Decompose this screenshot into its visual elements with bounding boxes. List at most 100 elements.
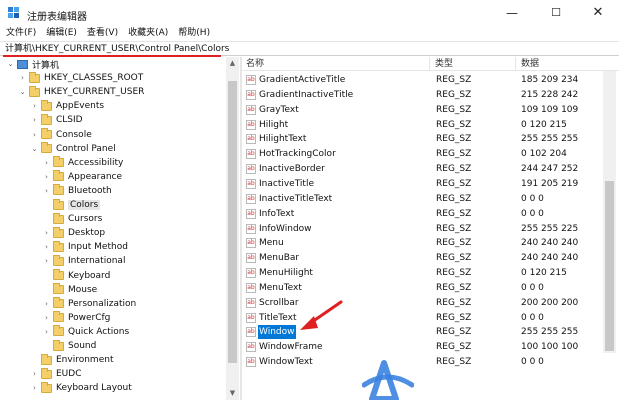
value-type: REG_SZ bbox=[436, 223, 472, 234]
tree-scroll-thumb[interactable] bbox=[228, 81, 237, 363]
registry-value-row[interactable]: ab GradientInactiveTitle REG_SZ 215 228 242 bbox=[242, 88, 602, 102]
folder-icon bbox=[53, 269, 64, 280]
tree-item[interactable]: Colors bbox=[42, 198, 101, 212]
folder-icon bbox=[41, 381, 52, 393]
value-type: REG_SZ bbox=[436, 104, 472, 115]
registry-value-row[interactable]: ab Hilight REG_SZ 0 120 215 bbox=[242, 118, 602, 132]
chevron-right-icon[interactable]: › bbox=[30, 384, 39, 392]
tree-item[interactable]: Sound bbox=[42, 339, 96, 353]
registry-value-row[interactable]: ab MenuBar REG_SZ 240 240 240 bbox=[242, 251, 602, 265]
scroll-down-icon[interactable]: ▼ bbox=[226, 387, 239, 400]
tree-item[interactable]: › CLSID bbox=[30, 113, 83, 127]
tree-item[interactable]: › Desktop bbox=[42, 226, 105, 240]
chevron-down-icon[interactable]: ⌄ bbox=[18, 88, 27, 96]
registry-value-row[interactable]: ab InfoWindow REG_SZ 255 255 225 bbox=[242, 222, 602, 236]
tree-item[interactable]: › International bbox=[42, 254, 125, 268]
address-path[interactable]: 计算机\HKEY_CURRENT_USER\Control Panel\Colo… bbox=[5, 43, 229, 55]
registry-value-row[interactable]: ab HotTrackingColor REG_SZ 0 102 204 bbox=[242, 147, 602, 161]
chevron-down-icon[interactable]: ⌄ bbox=[6, 60, 15, 68]
menu-help[interactable]: 帮助(H) bbox=[172, 26, 214, 40]
scroll-up-icon[interactable]: ▲ bbox=[226, 57, 239, 70]
registry-value-row[interactable]: ab Menu REG_SZ 240 240 240 bbox=[242, 236, 602, 250]
tree-item[interactable]: Environment bbox=[30, 353, 113, 367]
maximize-button[interactable]: ☐ bbox=[535, 0, 577, 26]
chevron-right-icon[interactable]: › bbox=[42, 173, 51, 181]
tree-item[interactable]: › Console bbox=[30, 128, 92, 142]
value-name: Menu bbox=[259, 238, 284, 249]
column-header-type[interactable]: 类型 bbox=[431, 57, 516, 71]
registry-value-row[interactable]: ab InactiveTitleText REG_SZ 0 0 0 bbox=[242, 192, 602, 206]
registry-value-row[interactable]: ab MenuText REG_SZ 0 0 0 bbox=[242, 281, 602, 295]
folder-icon bbox=[41, 128, 52, 139]
tree-item[interactable]: › EUDC bbox=[30, 367, 82, 381]
registry-value-row[interactable]: ab GrayText REG_SZ 109 109 109 bbox=[242, 103, 602, 117]
registry-value-row[interactable]: ab MenuHilight REG_SZ 0 120 215 bbox=[242, 266, 602, 280]
tree-item[interactable]: Mouse bbox=[42, 283, 97, 297]
chevron-right-icon[interactable]: › bbox=[30, 102, 39, 110]
tree-item[interactable]: Keyboard bbox=[42, 269, 110, 283]
column-header-name[interactable]: 名称 bbox=[242, 57, 430, 71]
value-name: InactiveBorder bbox=[259, 164, 325, 175]
tree-item[interactable]: › Keyboard Layout bbox=[30, 381, 132, 395]
tree-item-label: Quick Actions bbox=[68, 326, 130, 337]
tree-item[interactable]: › Appearance bbox=[42, 170, 122, 184]
chevron-right-icon[interactable]: › bbox=[18, 74, 27, 82]
tree-item-label: Mouse bbox=[68, 284, 98, 295]
registry-value-row[interactable]: ab InactiveBorder REG_SZ 244 247 252 bbox=[242, 162, 602, 176]
list-scrollbar[interactable] bbox=[603, 71, 616, 353]
minimize-button[interactable]: — bbox=[491, 0, 533, 26]
chevron-right-icon[interactable]: › bbox=[42, 300, 51, 308]
registry-value-row[interactable]: ab GradientActiveTitle REG_SZ 185 209 234 bbox=[242, 73, 602, 87]
tree-item[interactable]: ⌄ Control Panel bbox=[30, 142, 116, 156]
menu-view[interactable]: 查看(V) bbox=[81, 26, 122, 40]
registry-value-row[interactable]: ab HilightText REG_SZ 255 255 255 bbox=[242, 132, 602, 146]
chevron-down-icon[interactable]: ⌄ bbox=[30, 145, 39, 153]
chevron-right-icon[interactable]: › bbox=[42, 229, 51, 237]
tree-item[interactable]: ⌄ 计算机 bbox=[6, 57, 59, 71]
tree-item-label: CLSID bbox=[56, 115, 83, 126]
registry-value-row[interactable]: ab WindowFrame REG_SZ 100 100 100 bbox=[242, 340, 602, 354]
chevron-right-icon[interactable]: › bbox=[30, 370, 39, 378]
tree-scrollbar[interactable]: ▲ ▼ bbox=[226, 57, 239, 400]
tree-item[interactable]: › Personalization bbox=[42, 297, 136, 311]
folder-icon bbox=[29, 71, 40, 83]
value-type: REG_SZ bbox=[436, 282, 472, 293]
value-type: REG_SZ bbox=[436, 357, 472, 368]
tree-item[interactable]: › Input Method bbox=[42, 240, 128, 254]
value-data: 100 100 100 bbox=[521, 342, 579, 353]
chevron-right-icon[interactable]: › bbox=[30, 116, 39, 124]
values-list-pane: 名称 类型 数据 ab GradientActiveTitle REG_SZ 185 … bbox=[242, 57, 619, 400]
value-name: GradientActiveTitle bbox=[259, 75, 346, 85]
string-value-icon: ab bbox=[246, 357, 256, 368]
registry-value-row[interactable]: ab WindowText REG_SZ 0 0 0 bbox=[242, 355, 602, 369]
close-button[interactable]: ✕ bbox=[577, 0, 619, 26]
menu-favorites[interactable]: 收藏夹(A) bbox=[122, 26, 172, 40]
registry-value-row[interactable]: ab InfoText REG_SZ 0 0 0 bbox=[242, 207, 602, 221]
chevron-right-icon[interactable]: › bbox=[30, 131, 39, 139]
chevron-right-icon[interactable]: › bbox=[42, 328, 51, 336]
value-data: 255 255 255 bbox=[521, 134, 579, 145]
list-header: 名称 类型 数据 bbox=[242, 57, 619, 71]
address-bar[interactable]: 计算机\HKEY_CURRENT_USER\Control Panel\Colo… bbox=[0, 41, 619, 56]
chevron-right-icon[interactable]: › bbox=[42, 187, 51, 195]
menu-edit[interactable]: 编辑(E) bbox=[40, 26, 81, 40]
chevron-right-icon[interactable]: › bbox=[42, 243, 51, 251]
registry-value-row[interactable]: ab InactiveTitle REG_SZ 191 205 219 bbox=[242, 177, 602, 191]
chevron-right-icon[interactable]: › bbox=[42, 314, 51, 322]
menu-file[interactable]: 文件(F) bbox=[0, 26, 40, 40]
tree-item[interactable]: ⌄ HKEY_CURRENT_USER bbox=[18, 85, 144, 99]
tree-item-label: Colors bbox=[68, 200, 101, 210]
tree-item[interactable]: › Bluetooth bbox=[42, 184, 112, 198]
tree-item[interactable]: Cursors bbox=[42, 212, 102, 226]
tree-item[interactable]: › HKEY_CLASSES_ROOT bbox=[18, 71, 143, 85]
chevron-right-icon[interactable]: › bbox=[42, 257, 51, 265]
list-scroll-thumb[interactable] bbox=[605, 181, 614, 351]
tree-item[interactable]: › PowerCfg bbox=[42, 311, 110, 325]
tree-item[interactable]: › Quick Actions bbox=[42, 325, 129, 339]
column-header-data[interactable]: 数据 bbox=[517, 57, 619, 71]
tree-item[interactable]: › AppEvents bbox=[30, 99, 104, 113]
tree-item[interactable]: › Accessibility bbox=[42, 156, 123, 170]
string-value-icon: ab bbox=[246, 164, 256, 175]
value-type: REG_SZ bbox=[436, 178, 472, 189]
chevron-right-icon[interactable]: › bbox=[42, 159, 51, 167]
